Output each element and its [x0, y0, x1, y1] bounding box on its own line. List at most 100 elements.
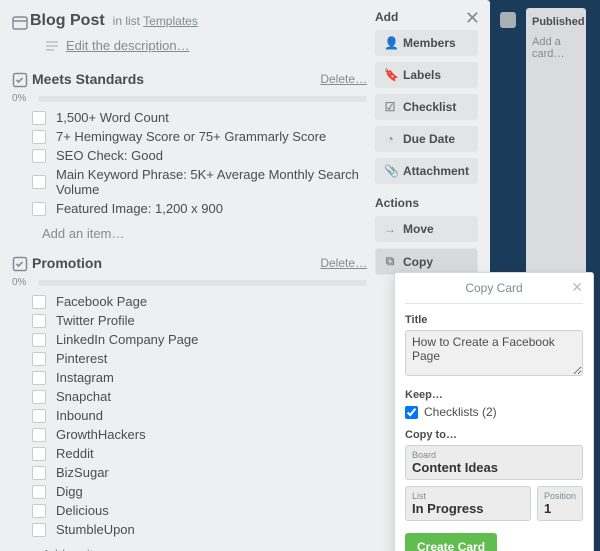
- checklist-item[interactable]: GrowthHackers: [32, 425, 367, 444]
- checklist-item-checkbox[interactable]: [32, 371, 46, 385]
- checklist-item-text: StumbleUpon: [56, 522, 135, 537]
- add-checklist-item[interactable]: Add an item…: [12, 218, 367, 241]
- list-link[interactable]: Templates: [143, 14, 198, 28]
- checklist-item-text: Featured Image: 1,200 x 900: [56, 201, 223, 216]
- checklist-item-text: Reddit: [56, 446, 94, 461]
- labels-button[interactable]: 🔖Labels: [375, 62, 478, 88]
- card-header: Blog Post in list Templates: [12, 10, 367, 34]
- checklist-title[interactable]: Meets Standards: [32, 71, 144, 87]
- move-icon: →: [384, 222, 396, 236]
- checklist-item[interactable]: Digg: [32, 482, 367, 501]
- checklist-item-checkbox[interactable]: [32, 409, 46, 423]
- checklist-item-checkbox[interactable]: [32, 130, 46, 144]
- checklist-item[interactable]: Snapchat: [32, 387, 367, 406]
- clock-icon: ◔: [384, 132, 396, 146]
- checklist-item-checkbox[interactable]: [32, 447, 46, 461]
- checklist-item-text: SEO Check: Good: [56, 148, 163, 163]
- checklist-item-checkbox[interactable]: [32, 504, 46, 518]
- labels-icon: 🔖: [384, 68, 396, 82]
- checklist-item-checkbox[interactable]: [32, 428, 46, 442]
- popover-close-icon[interactable]: ✕: [571, 279, 583, 296]
- checklist-item[interactable]: Twitter Profile: [32, 311, 367, 330]
- checklist-item[interactable]: Reddit: [32, 444, 367, 463]
- checklist-item[interactable]: Main Keyword Phrase: 5K+ Average Monthly…: [32, 165, 367, 199]
- checklist-item-text: Main Keyword Phrase: 5K+ Average Monthly…: [56, 167, 367, 197]
- copy-title-input[interactable]: [405, 330, 583, 376]
- checklist-icon: [12, 256, 28, 272]
- checklist-item-checkbox[interactable]: [32, 390, 46, 404]
- list-select[interactable]: List In Progress: [405, 486, 531, 521]
- checklist-item-checkbox[interactable]: [32, 485, 46, 499]
- checklist-item[interactable]: SEO Check: Good: [32, 146, 367, 165]
- checklist-title[interactable]: Promotion: [32, 255, 102, 271]
- checklist-item-checkbox[interactable]: [32, 314, 46, 328]
- checklist-delete-link[interactable]: Delete…: [320, 72, 367, 86]
- checklist-item[interactable]: BizSugar: [32, 463, 367, 482]
- keep-label: Keep…: [405, 389, 583, 401]
- keep-checklists-checkbox[interactable]: [405, 406, 418, 419]
- checklist-item-text: Snapchat: [56, 389, 111, 404]
- checklist-percent: 0%: [12, 277, 30, 288]
- checklist-item[interactable]: Featured Image: 1,200 x 900: [32, 199, 367, 218]
- description-row[interactable]: Edit the description…: [12, 34, 367, 67]
- checklist-item-checkbox[interactable]: [32, 466, 46, 480]
- checklist-item[interactable]: 7+ Hemingway Score or 75+ Grammarly Scor…: [32, 127, 367, 146]
- popover-title: Copy Card ✕: [405, 273, 583, 304]
- checklist-button[interactable]: ☑Checklist: [375, 94, 478, 120]
- keep-checklists-row[interactable]: Checklists (2): [405, 405, 583, 419]
- checklist-item-checkbox[interactable]: [32, 523, 46, 537]
- checklist-delete-link[interactable]: Delete…: [320, 256, 367, 270]
- checklist-item-checkbox[interactable]: [32, 202, 46, 216]
- members-button[interactable]: 👤Members: [375, 30, 478, 56]
- checklist-item[interactable]: Instagram: [32, 368, 367, 387]
- attachment-button[interactable]: 📎Attachment: [375, 158, 478, 184]
- checklist-item-checkbox[interactable]: [32, 352, 46, 366]
- description-icon: [46, 41, 58, 51]
- card-icon: [12, 15, 28, 31]
- copy-button[interactable]: ⧉Copy: [375, 248, 478, 275]
- card-sidebar: Add 👤Members 🔖Labels ☑Checklist ◔Due Dat…: [375, 10, 478, 281]
- checklist-item-text: LinkedIn Company Page: [56, 332, 198, 347]
- checklist-item[interactable]: Facebook Page: [32, 292, 367, 311]
- checklist-icon: [12, 72, 28, 88]
- position-select[interactable]: Position 1: [537, 486, 583, 521]
- sidebar-actions-heading: Actions: [375, 196, 478, 210]
- checklist-item-text: 7+ Hemingway Score or 75+ Grammarly Scor…: [56, 129, 326, 144]
- edit-description-link[interactable]: Edit the description…: [66, 38, 190, 53]
- checklist-item-text: Pinterest: [56, 351, 107, 366]
- checklist-item[interactable]: Pinterest: [32, 349, 367, 368]
- checklist-item-checkbox[interactable]: [32, 111, 46, 125]
- checklist-item[interactable]: LinkedIn Company Page: [32, 330, 367, 349]
- members-icon: 👤: [384, 36, 396, 50]
- checklist-item-checkbox[interactable]: [32, 333, 46, 347]
- create-card-button[interactable]: Create Card: [405, 533, 497, 551]
- move-button[interactable]: →Move: [375, 216, 478, 242]
- checklist-item-text: 1,500+ Word Count: [56, 110, 169, 125]
- checklist-item[interactable]: 1,500+ Word Count: [32, 108, 367, 127]
- checklist-item-checkbox[interactable]: [32, 295, 46, 309]
- checklist-progress-bar: [38, 280, 367, 286]
- checklist-item-text: GrowthHackers: [56, 427, 146, 442]
- checklist-icon: ☑: [384, 100, 396, 114]
- due-date-button[interactable]: ◔Due Date: [375, 126, 478, 152]
- copy-card-popover: Copy Card ✕ Title Keep… Checklists (2) C…: [394, 272, 594, 551]
- board-select[interactable]: Board Content Ideas: [405, 445, 583, 480]
- sidebar-add-heading: Add: [375, 10, 478, 24]
- checklist-section: Promotion Delete… 0% Facebook Page Twitter P…: [12, 251, 367, 551]
- checklist-item-checkbox[interactable]: [32, 149, 46, 163]
- checklist-item-checkbox[interactable]: [32, 175, 46, 189]
- copy-to-label: Copy to…: [405, 429, 583, 441]
- checklist-item[interactable]: StumbleUpon: [32, 520, 367, 539]
- checklist-item-text: Facebook Page: [56, 294, 147, 309]
- card-title[interactable]: Blog Post: [30, 12, 105, 30]
- checklist-item-text: BizSugar: [56, 465, 109, 480]
- card-list-context: in list Templates: [113, 14, 198, 28]
- checklist-item[interactable]: Inbound: [32, 406, 367, 425]
- checklist-item-text: Instagram: [56, 370, 114, 385]
- checklist-item[interactable]: Delicious: [32, 501, 367, 520]
- add-checklist-item[interactable]: Add an item…: [12, 539, 367, 551]
- copy-icon: ⧉: [384, 254, 396, 269]
- checklist-item-text: Inbound: [56, 408, 103, 423]
- title-label: Title: [405, 314, 583, 326]
- attachment-icon: 📎: [384, 164, 396, 178]
